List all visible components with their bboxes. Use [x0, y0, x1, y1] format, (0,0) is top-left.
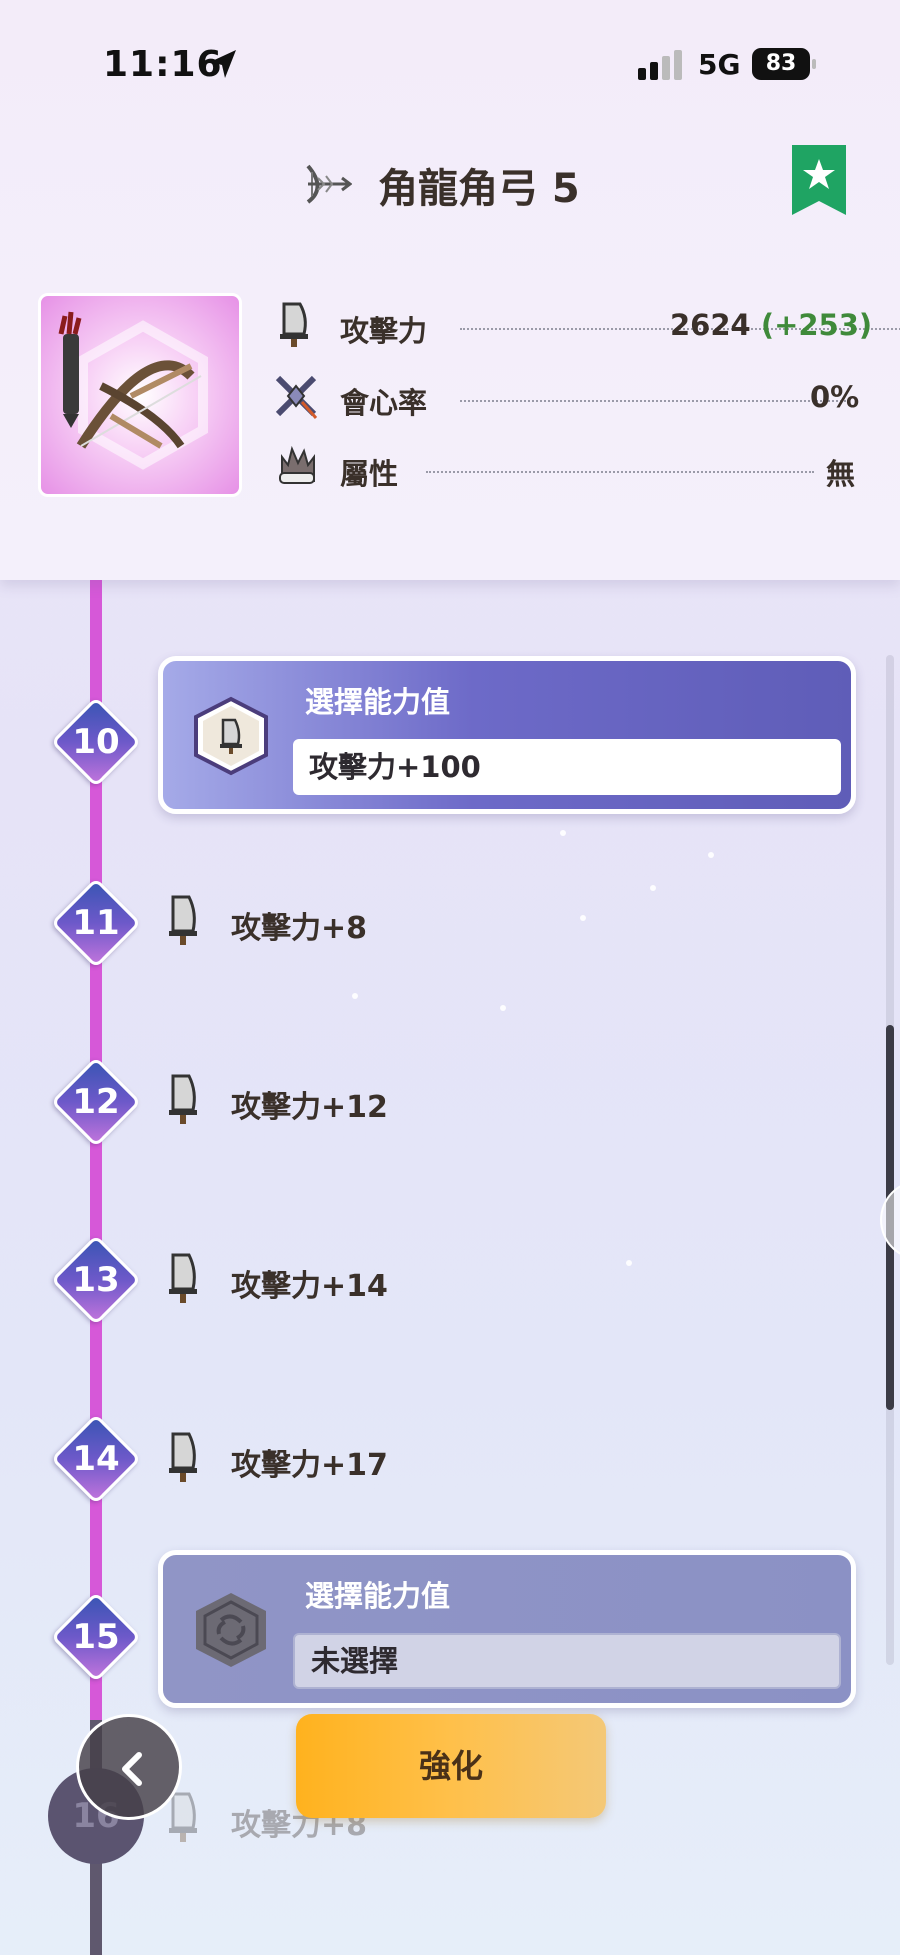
stat-label: 屬性: [340, 457, 399, 491]
weapon-art-icon: [58, 311, 208, 470]
level-number: 12: [72, 1082, 120, 1122]
stat-value: 無: [826, 457, 856, 491]
level-reward-14: 攻擊力+17: [165, 1430, 765, 1490]
level-number: 13: [72, 1260, 120, 1300]
stat-choice-card-10[interactable]: 選擇能力值 攻擊力+100: [158, 656, 856, 814]
attack-icon: [280, 302, 308, 347]
reward-label: 攻擊力+14: [231, 1269, 388, 1304]
enhance-button[interactable]: 強化: [296, 1714, 606, 1818]
level-node-13: 13: [50, 1234, 142, 1326]
level-number: 11: [72, 903, 120, 943]
level-node-11: 11: [50, 877, 142, 969]
reward-label: 攻擊力+17: [231, 1448, 388, 1483]
bow-icon: [306, 164, 352, 204]
back-button[interactable]: [76, 1714, 182, 1820]
attack-hex-icon: [194, 696, 268, 776]
stat-bonus: (+253): [760, 308, 873, 342]
stat-affinity: 會心率 0%: [270, 372, 870, 422]
weapon-image: [38, 293, 242, 497]
unselected-hex-icon: [196, 1593, 266, 1667]
choice-title: 選擇能力值: [305, 1579, 451, 1613]
stat-attack: 攻擊力 2624 (+253): [270, 300, 900, 350]
level-number: 15: [72, 1617, 120, 1657]
choice-value-field[interactable]: 攻擊力+100: [293, 739, 841, 795]
choice-value-field[interactable]: 未選擇: [293, 1633, 841, 1689]
level-reward-13: 攻擊力+14: [165, 1251, 765, 1311]
attack-icon: [169, 1074, 197, 1124]
battery-level: 83: [752, 48, 810, 80]
stat-label: 攻擊力: [340, 314, 428, 348]
affinity-icon: [275, 375, 318, 419]
level-reward-12: 攻擊力+12: [165, 1072, 765, 1132]
reward-label: 攻擊力+8: [231, 911, 368, 946]
choice-title: 選擇能力值: [305, 685, 451, 719]
level-node-14: 14: [50, 1413, 142, 1505]
level-number: 10: [72, 722, 120, 762]
title-bar: 角龍角弓 5: [0, 150, 900, 216]
attack-icon: [169, 1253, 197, 1303]
level-node-15: 15: [50, 1591, 142, 1683]
element-icon: [279, 445, 315, 484]
cellular-signal-icon: [638, 50, 682, 80]
attack-icon: [169, 895, 197, 945]
stat-label: 會心率: [340, 386, 428, 420]
chevron-left-icon: [122, 1752, 142, 1786]
weapon-title: 角龍角弓 5: [378, 166, 580, 212]
status-time: 11:16: [103, 44, 223, 85]
network-type: 5G: [698, 48, 741, 81]
status-bar: 11:16 5G 83: [0, 0, 900, 130]
stat-choice-card-15[interactable]: 選擇能力值 未選擇: [158, 1550, 856, 1708]
level-node-10: 10: [50, 696, 142, 788]
stat-value: 2624: [670, 308, 751, 342]
star-bookmark-icon[interactable]: [792, 145, 846, 215]
reward-label: 攻擊力+12: [231, 1090, 388, 1125]
stat-element: 屬性 無: [270, 443, 870, 493]
level-node-12: 12: [50, 1056, 142, 1148]
battery-icon: 83: [752, 48, 816, 80]
location-arrow-icon: [210, 50, 236, 78]
level-reward-11: 攻擊力+8: [165, 893, 765, 953]
level-number: 14: [72, 1439, 120, 1479]
attack-icon: [169, 1432, 197, 1482]
stat-value: 0%: [810, 380, 860, 414]
